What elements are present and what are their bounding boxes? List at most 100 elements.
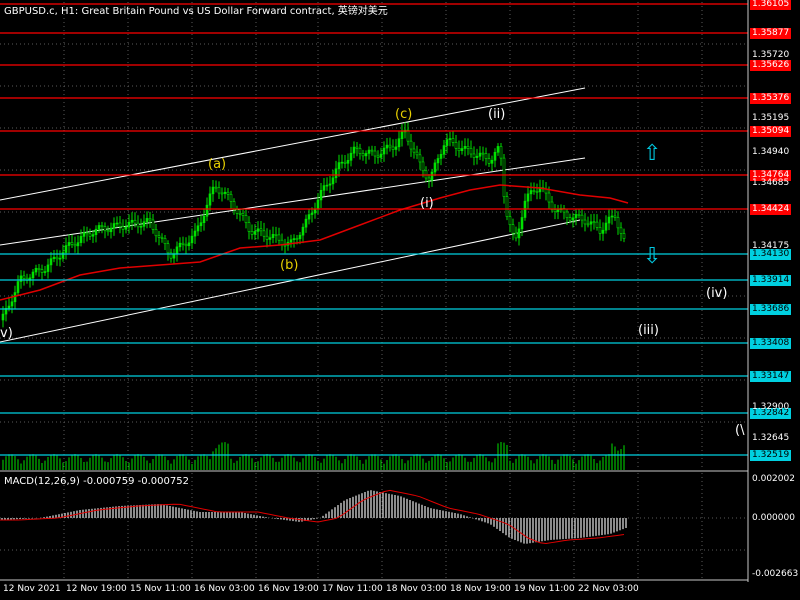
candle <box>265 235 269 240</box>
candle <box>130 219 134 223</box>
candle <box>109 227 113 233</box>
candle <box>304 218 308 228</box>
price-axis-label: 1.35195 <box>752 113 790 123</box>
candle <box>64 245 68 253</box>
chart-canvas[interactable] <box>0 0 800 600</box>
candle <box>601 229 605 234</box>
candle <box>160 237 164 239</box>
candle <box>259 228 263 232</box>
candle <box>502 157 506 197</box>
moving-average <box>0 184 629 301</box>
candle <box>184 243 188 247</box>
candle <box>40 269 44 273</box>
candle <box>613 215 617 218</box>
time-axis-label: 16 Nov 19:00 <box>258 584 319 594</box>
candle <box>253 231 257 235</box>
price-level-tag: 1.32519 <box>750 450 792 461</box>
candle <box>436 158 440 164</box>
candle <box>271 234 275 238</box>
candle <box>244 215 248 223</box>
candle <box>97 225 101 230</box>
candle <box>268 237 272 240</box>
candle <box>571 217 575 221</box>
candle <box>121 226 125 230</box>
candle <box>445 139 449 146</box>
candle <box>499 146 503 159</box>
candle <box>565 211 569 218</box>
candle <box>154 229 158 237</box>
candle <box>277 234 281 241</box>
candle <box>34 268 38 273</box>
candle <box>124 226 128 230</box>
candle <box>397 138 401 148</box>
price-axis-label: 1.34940 <box>752 147 790 157</box>
candle <box>622 233 626 239</box>
macd-axis-label: -0.002663 <box>752 569 799 579</box>
time-axis-label: 22 Nov 03:00 <box>578 584 639 594</box>
candle <box>574 214 578 219</box>
candle <box>85 232 89 235</box>
candle <box>298 234 302 240</box>
candle <box>163 238 167 244</box>
candle <box>70 242 74 245</box>
candle <box>412 148 416 153</box>
price-axis-label: 1.34175 <box>752 241 790 251</box>
price-axis-label: 1.32900 <box>752 402 790 412</box>
candle <box>604 222 608 231</box>
candle <box>103 226 107 231</box>
candle <box>7 305 11 309</box>
candle <box>241 213 245 216</box>
price-level-tag: 1.36105 <box>750 0 792 10</box>
candle <box>580 214 584 221</box>
candle <box>448 138 452 140</box>
candle <box>334 168 338 179</box>
candle <box>496 146 500 153</box>
candle <box>49 258 53 266</box>
candle <box>583 219 587 225</box>
wave-label: v) <box>0 326 13 341</box>
price-level-tag: 1.33914 <box>750 275 792 286</box>
time-axis-label: 16 Nov 03:00 <box>194 584 255 594</box>
time-axis-label: 12 Nov 19:00 <box>66 584 127 594</box>
down-arrow-icon[interactable]: ⇩ <box>643 246 661 268</box>
candle <box>301 226 305 236</box>
candle <box>262 230 266 237</box>
candle <box>454 142 458 149</box>
candle <box>463 145 467 149</box>
time-axis-label: 12 Nov 2021 <box>3 584 61 594</box>
chart-title: GBPUSD.c, H1: Great Britain Pound vs US … <box>4 6 388 17</box>
candle <box>430 171 434 181</box>
candle <box>289 239 293 243</box>
candle <box>364 153 368 157</box>
candle <box>178 242 182 248</box>
candle <box>238 213 242 215</box>
candle <box>475 155 479 158</box>
candle <box>433 162 437 173</box>
candle <box>520 217 524 230</box>
macd-label: MACD(12,26,9) -0.000759 -0.000752 <box>4 476 189 487</box>
candle <box>82 232 86 237</box>
candle <box>586 223 590 226</box>
candle <box>337 162 341 170</box>
time-axis-label: 18 Nov 03:00 <box>386 584 447 594</box>
wave-label: (\ <box>735 423 745 438</box>
candle <box>187 242 191 247</box>
macd-panel <box>0 489 627 545</box>
candle <box>394 146 398 150</box>
candle <box>526 193 530 202</box>
candle <box>322 185 326 191</box>
candle <box>610 215 614 218</box>
up-arrow-icon[interactable]: ⇧ <box>643 143 661 165</box>
candle <box>73 243 77 247</box>
candle <box>487 158 491 164</box>
candle <box>619 227 623 234</box>
candle <box>319 189 323 201</box>
candle <box>556 209 560 213</box>
candle <box>79 236 83 243</box>
candle <box>415 151 419 156</box>
candle <box>211 186 215 195</box>
price-axis-label: 1.34685 <box>752 178 790 188</box>
candle <box>127 221 131 228</box>
candle <box>226 191 230 195</box>
candle <box>493 151 497 161</box>
